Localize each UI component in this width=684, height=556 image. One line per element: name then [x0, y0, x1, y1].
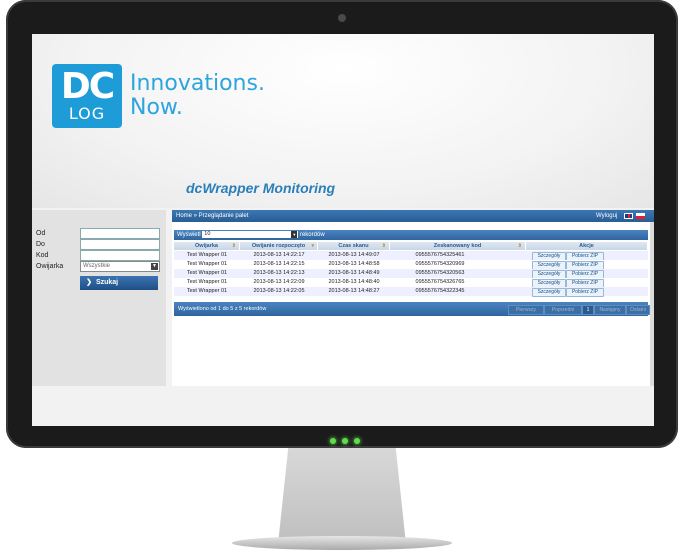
- show-label: Wyświetl: [177, 232, 201, 238]
- page-size-value: 10: [204, 230, 211, 237]
- kod-input[interactable]: [80, 250, 160, 261]
- column-header-code[interactable]: Zeskanowany kod ⇕: [390, 242, 526, 250]
- top-bar: Home » Przeglądanie palet Wyloguj: [172, 210, 654, 222]
- logo-text-dc: DC: [60, 66, 115, 107]
- logo-text-log: LOG: [68, 104, 106, 123]
- cell-scan: 2013-08-13 14:48:58: [328, 261, 380, 267]
- tagline-line2: Now.: [130, 95, 183, 120]
- cell-owijarka: Test Wrapper 01: [186, 270, 228, 276]
- cell-start: 2013-08-13 14:22:05: [253, 288, 305, 294]
- cell-start: 2013-08-13 14:22:17: [253, 252, 305, 258]
- table-row: Test Wrapper 01 2013-08-13 14:22:09 2013…: [174, 278, 648, 288]
- cell-code: 0955576754326765: [415, 279, 465, 285]
- cell-code: 0955576754320563: [415, 270, 465, 276]
- column-header-actions: Akcje: [526, 242, 648, 250]
- cell-scan: 2013-08-13 14:48:27: [328, 288, 380, 294]
- column-header-label: Owijanie rozpoczęto: [251, 243, 306, 249]
- details-button[interactable]: Szczegóły: [532, 288, 566, 297]
- table-row: Test Wrapper 01 2013-08-13 14:22:17 2013…: [174, 251, 648, 261]
- uk-flag-icon[interactable]: [624, 213, 633, 219]
- table-row: Test Wrapper 01 2013-08-13 14:22:13 2013…: [174, 269, 648, 279]
- monitor-base: [232, 536, 452, 550]
- table-row: Test Wrapper 01 2013-08-13 14:22:05 2013…: [174, 287, 648, 297]
- main-panel: Home » Przeglądanie palet Wyloguj Wyświe…: [172, 210, 654, 386]
- search-button[interactable]: ❯ Szukaj: [80, 276, 158, 290]
- column-header-label: Czas skanu: [338, 243, 369, 249]
- pager-last-button[interactable]: Ostatni: [626, 305, 650, 315]
- kod-label: Kod: [36, 252, 49, 259]
- cell-owijarka: Test Wrapper 01: [186, 261, 228, 267]
- cell-code: 0955576754322345: [415, 288, 465, 294]
- chevron-down-icon: ▼: [291, 230, 298, 238]
- page-size-select[interactable]: 10 ▼: [202, 230, 299, 238]
- do-input[interactable]: [80, 239, 160, 250]
- cell-start: 2013-08-13 14:22:15: [253, 261, 305, 267]
- records-label: rekordów: [299, 232, 325, 238]
- logout-link[interactable]: Wyloguj: [596, 210, 617, 222]
- table-footer: Wyświetlono od 1 do 5 z 5 rekordów Pierw…: [174, 302, 650, 316]
- filter-panel: Od Do Kod Owijarka Wszystkie ▼: [32, 210, 166, 386]
- column-header-owijarka[interactable]: Owijarka ⇕: [174, 242, 240, 250]
- pager-next-button[interactable]: Następny: [594, 305, 626, 315]
- scrollbar[interactable]: [650, 222, 654, 386]
- sort-icon: ⇕: [517, 243, 522, 249]
- pager-prev-button[interactable]: Poprzedni: [544, 305, 582, 315]
- cell-owijarka: Test Wrapper 01: [186, 279, 228, 285]
- pager-first-button[interactable]: Pierwszy: [508, 305, 544, 315]
- cell-scan: 2013-08-13 14:48:49: [328, 270, 380, 276]
- dclog-logo: DC LOG: [52, 64, 122, 128]
- cell-start: 2013-08-13 14:22:13: [253, 270, 305, 276]
- column-header-label: Akcje: [579, 243, 594, 249]
- chevron-right-icon: ❯: [86, 279, 92, 286]
- tagline: Innovations. Now.: [130, 72, 265, 120]
- power-led-icon: [354, 438, 360, 444]
- monitor-stand: [278, 448, 406, 544]
- tagline-line1: Innovations.: [130, 71, 265, 96]
- pl-flag-icon[interactable]: [636, 213, 645, 219]
- breadcrumb[interactable]: Home » Przeglądanie palet: [176, 210, 248, 222]
- table-toolbar: Wyświetl 10 ▼ rekordów: [174, 230, 648, 240]
- sort-desc-icon: ▾: [311, 243, 314, 249]
- cell-code: 0955576754325461: [415, 252, 465, 258]
- cell-scan: 2013-08-13 14:48:40: [328, 279, 380, 285]
- cell-code: 0955576754320969: [415, 261, 465, 267]
- pager-page-button[interactable]: 1: [582, 305, 594, 315]
- records-info: Wyświetlono od 1 do 5 z 5 rekordów: [178, 306, 267, 312]
- owijarka-label: Owijarka: [36, 263, 64, 270]
- power-led-icon: [342, 438, 348, 444]
- sort-icon: ⇕: [231, 243, 236, 249]
- column-header-start[interactable]: Owijanie rozpoczęto ▾: [240, 242, 318, 250]
- sort-icon: ⇕: [381, 243, 386, 249]
- od-input[interactable]: [80, 228, 160, 239]
- od-label: Od: [36, 230, 46, 237]
- download-zip-button[interactable]: Pobierz ZIP: [566, 288, 604, 297]
- column-header-scan[interactable]: Czas skanu ⇕: [318, 242, 390, 250]
- header-area: [32, 34, 654, 208]
- app-title: dcWrapper Monitoring: [186, 180, 336, 196]
- webcam-icon: [338, 14, 346, 22]
- owijarka-select[interactable]: Wszystkie ▼: [80, 261, 160, 272]
- cell-scan: 2013-08-13 14:49:07: [328, 252, 380, 258]
- table-row: Test Wrapper 01 2013-08-13 14:22:15 2013…: [174, 260, 648, 270]
- chevron-down-icon: ▼: [151, 263, 158, 270]
- screen: DC LOG Innovations. Now. dcWrapper Monit…: [32, 34, 654, 426]
- cell-owijarka: Test Wrapper 01: [186, 288, 228, 294]
- power-led-icon: [330, 438, 336, 444]
- column-header-label: Owijarka: [195, 243, 218, 249]
- search-button-label: Szukaj: [95, 279, 119, 286]
- column-header-label: Zeskanowany kod: [433, 243, 482, 249]
- do-label: Do: [36, 241, 45, 248]
- cell-start: 2013-08-13 14:22:09: [253, 279, 305, 285]
- owijarka-select-value: Wszystkie: [83, 263, 110, 269]
- cell-owijarka: Test Wrapper 01: [186, 252, 228, 258]
